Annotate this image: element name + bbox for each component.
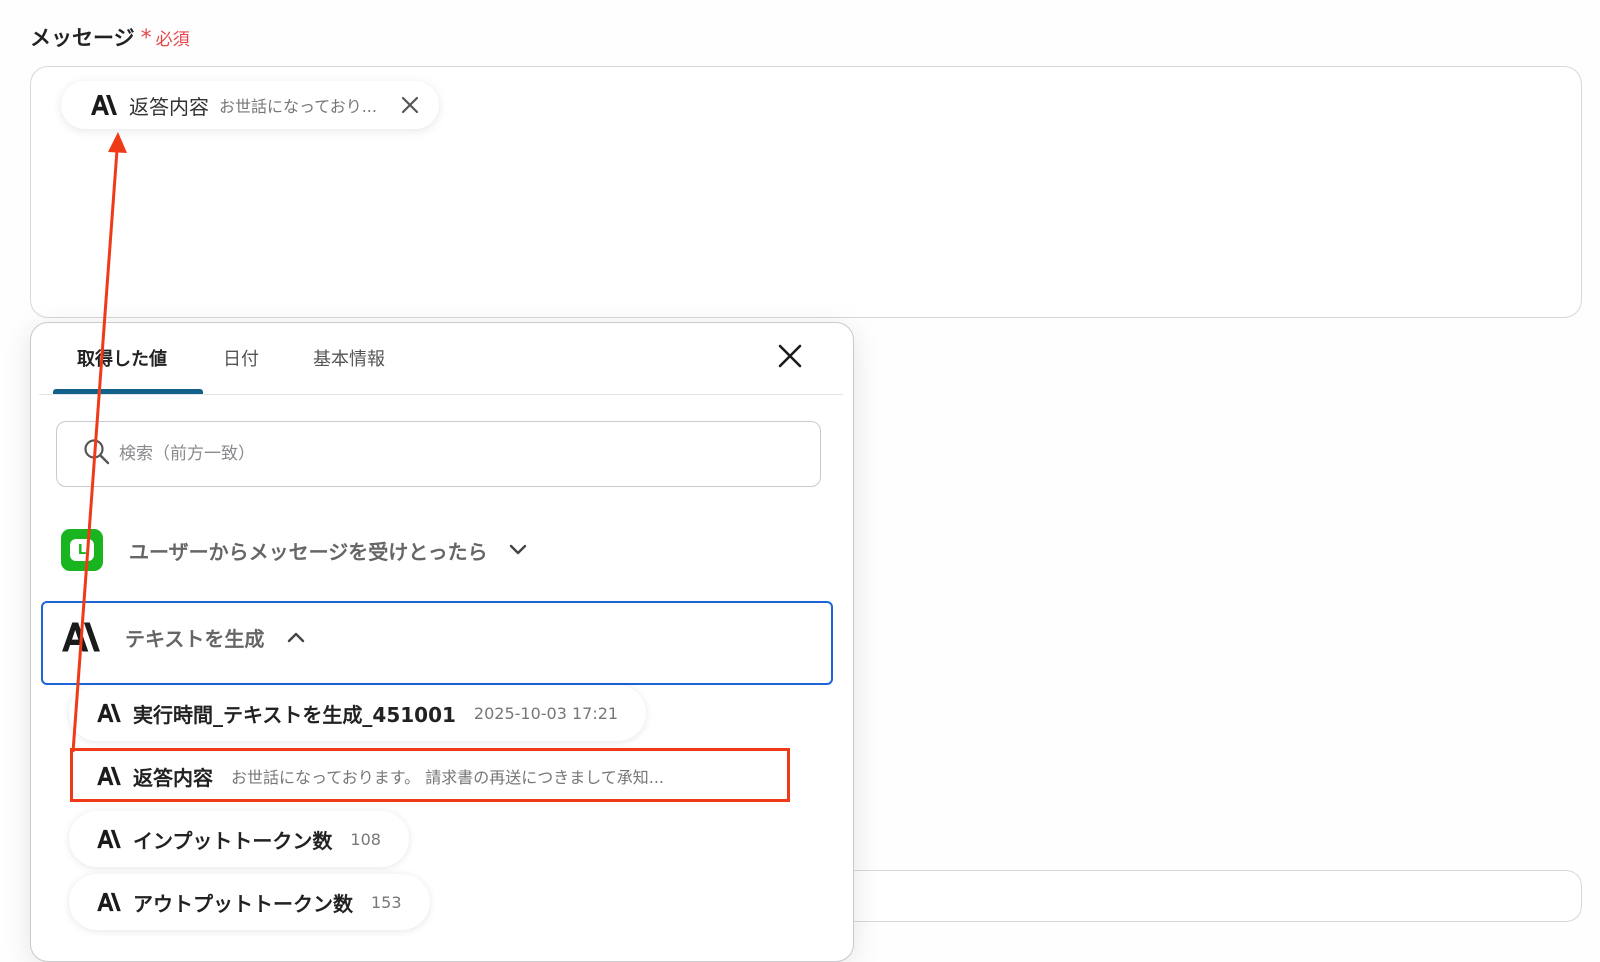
item-value: 108 [350,829,381,849]
group-line-trigger[interactable]: L ユーザーからメッセージを受けとったら [61,529,528,571]
line-app-icon: L [61,529,103,571]
chip-close-icon[interactable] [395,90,425,120]
item-label: 実行時間_テキストを生成_451001 [133,702,456,727]
tab-retrieved-values[interactable]: 取得した値 [77,345,167,371]
item-value: 2025-10-03 17:21 [473,703,619,723]
picker-tabs: 取得した値 日付 基本情報 [39,323,843,395]
item-label: インプットトークン数 [133,828,333,853]
value-item-execution-time[interactable]: 実行時間_テキストを生成_451001 2025-10-03 17:21 [69,685,647,741]
value-picker-panel: 取得した値 日付 基本情報 L ユーザーからメッセージを受けとったら テキストを… [30,322,854,962]
active-tab-indicator [53,389,203,394]
anthropic-logo-icon [95,829,123,849]
chip-label: 返答内容 [129,94,209,119]
message-field-label: メッセージ * 必須 [30,22,190,52]
group-title: テキストを生成 [125,626,265,651]
group-text-generation-header: テキストを生成 [59,621,306,653]
chip-value: お世話になっており... [219,97,377,116]
anthropic-logo-icon [89,94,119,116]
anthropic-logo-icon [59,621,103,653]
search-icon [83,438,111,470]
annotation-highlight-box [70,748,790,802]
chevron-down-icon [508,543,528,557]
group-title: ユーザーからメッセージを受けとったら [129,539,488,564]
required-asterisk: * [140,26,152,51]
search-input[interactable] [117,443,717,465]
message-textarea[interactable]: 返答内容 お世話になっており... [30,66,1582,318]
close-icon[interactable] [773,339,807,373]
value-item-output-tokens[interactable]: アウトプットトークン数 153 [69,874,430,930]
tab-date[interactable]: 日付 [223,345,259,371]
item-label: アウトプットトークン数 [133,891,353,916]
required-text: 必須 [155,30,190,50]
value-item-input-tokens[interactable]: インプットトークン数 108 [69,811,409,867]
search-box[interactable] [56,421,821,487]
anthropic-logo-icon [95,703,123,723]
message-label-text: メッセージ [30,26,135,50]
inserted-variable-chip[interactable]: 返答内容 お世話になっており... [61,81,439,129]
anthropic-logo-icon [95,892,123,912]
item-value: 153 [371,892,402,912]
required-indicator: * 必須 [141,25,190,51]
tab-basic-info[interactable]: 基本情報 [313,345,385,371]
chevron-up-icon [286,630,306,644]
next-field-input[interactable] [780,870,1582,922]
